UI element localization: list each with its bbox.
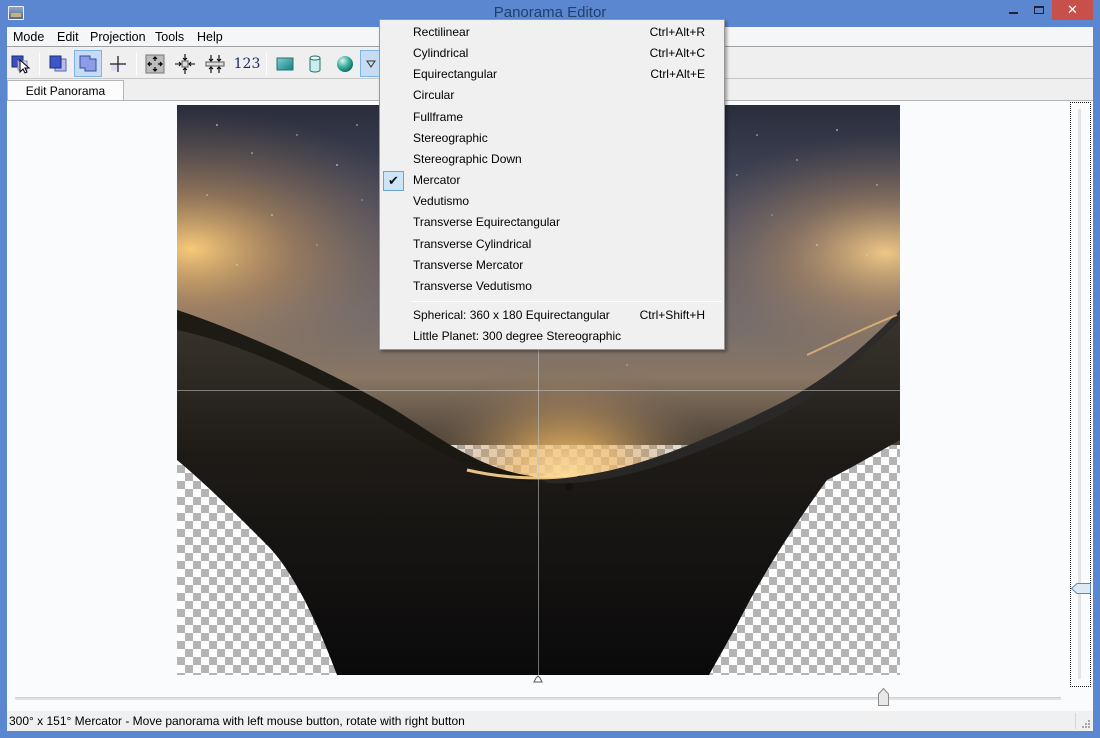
menu-item-label: Equirectangular [413, 67, 498, 82]
panorama-editor-window: Panorama Editor ✕ Mode Edit Projection T… [0, 0, 1100, 738]
menu-item-vedutismo[interactable]: Vedutismo [382, 191, 722, 212]
menu-item-label: Vedutismo [413, 194, 470, 209]
menu-item-circular[interactable]: Circular [382, 85, 722, 106]
fit-expand-icon [145, 54, 165, 73]
menu-preset-spherical-360-x-180-equirectangular[interactable]: Spherical: 360 x 180 Equirectangular Ctrl… [382, 305, 722, 326]
horizontal-fov-slider-thumb[interactable] [878, 688, 890, 706]
menu-item-label: Transverse Vedutismo [413, 278, 532, 293]
menu-item-stereographic[interactable]: Stereographic [382, 128, 722, 149]
crosshair-icon [110, 55, 126, 72]
flat-rectangle-icon [276, 57, 294, 70]
menu-item-shortcut: Ctrl+Shift+H [639, 308, 705, 322]
menu-item-label: Cylindrical [413, 46, 469, 61]
minimize-button[interactable] [1000, 0, 1026, 20]
rectilinear-projection-button[interactable] [271, 50, 299, 77]
status-text: 300° x 151° Mercator - Move panorama wit… [9, 714, 465, 728]
layout-mode-button[interactable] [74, 50, 102, 77]
close-icon: ✕ [1067, 2, 1078, 18]
menu-item-shortcut: Ctrl+Alt+E [650, 67, 705, 82]
numeric-transform-button[interactable]: 123 [231, 50, 263, 77]
menu-mode[interactable]: Mode [13, 30, 44, 44]
select-pointer-icon [11, 55, 31, 74]
menu-item-fullframe[interactable]: Fullframe [382, 107, 722, 128]
center-panorama-button[interactable] [171, 50, 199, 77]
menu-item-cylindrical[interactable]: Cylindrical Ctrl+Alt+C [382, 43, 722, 64]
menu-item-label: Spherical: 360 x 180 Equirectangular [413, 308, 610, 322]
images-preview-button[interactable] [44, 50, 72, 77]
menu-item-shortcut: Ctrl+Alt+R [649, 25, 705, 39]
menu-item-transverse-vedutismo[interactable]: Transverse Vedutismo [382, 276, 722, 297]
toolbar-separator [266, 53, 267, 75]
menu-separator [411, 301, 722, 302]
cylindrical-projection-button[interactable] [301, 50, 329, 77]
toolbar-separator [39, 53, 40, 75]
menu-item-shortcut: Ctrl+Alt+C [649, 46, 705, 61]
menu-item-label: Little Planet: 300 degree Stereographic [413, 329, 622, 343]
projection-dropdown-menu: Rectilinear Ctrl+Alt+R Cylindrical Ctrl+Alt… [379, 19, 725, 350]
menu-tools[interactable]: Tools [155, 30, 184, 44]
sphere-icon [337, 55, 353, 72]
panorama-layout-icon [79, 55, 97, 71]
menu-item-transverse-cylindrical[interactable]: Transverse Cylindrical [382, 234, 722, 255]
menu-item-label: Transverse Cylindrical [413, 236, 532, 251]
menu-item-label: Stereographic Down [413, 151, 522, 166]
status-separator [1075, 713, 1076, 729]
checkmark-icon: ✔ [383, 171, 404, 192]
menu-item-label: Rectilinear [413, 25, 470, 39]
menu-item-transverse-mercator[interactable]: Transverse Mercator [382, 255, 722, 276]
menu-item-label: Fullframe [413, 109, 464, 124]
center-arrows-icon [175, 53, 195, 74]
menu-item-equirectangular[interactable]: Equirectangular Ctrl+Alt+E [382, 64, 722, 85]
maximize-icon [1034, 6, 1044, 14]
menu-projection[interactable]: Projection [90, 30, 146, 44]
menu-item-transverse-equirectangular[interactable]: Transverse Equirectangular [382, 212, 722, 233]
menu-item-label: Transverse Mercator [413, 257, 524, 272]
straighten-horizon-icon [205, 54, 225, 73]
close-button[interactable]: ✕ [1052, 0, 1093, 20]
menu-item-stereographic-down[interactable]: Stereographic Down [382, 149, 722, 170]
menu-item-mercator[interactable]: ✔ Mercator [382, 170, 722, 192]
menu-item-label: Circular [413, 88, 455, 103]
tab-edit-panorama[interactable]: Edit Panorama [7, 80, 124, 102]
fit-panorama-button[interactable] [141, 50, 169, 77]
straighten-button[interactable] [201, 50, 229, 77]
dropdown-triangle-icon [366, 60, 376, 68]
toolbar-separator [136, 53, 137, 75]
menu-item-rectilinear[interactable]: Rectilinear Ctrl+Alt+R [382, 22, 722, 43]
crosshair-button[interactable] [104, 50, 132, 77]
menu-help[interactable]: Help [197, 30, 223, 44]
overlapping-images-icon [49, 55, 67, 71]
menu-preset-little-planet-300-degree-stereographic[interactable]: Little Planet: 300 degree Stereographic [382, 326, 722, 347]
menu-edit[interactable]: Edit [57, 30, 79, 44]
maximize-button[interactable] [1026, 0, 1052, 20]
menu-item-label: Stereographic [413, 130, 488, 145]
resize-grip-icon[interactable] [1080, 718, 1090, 728]
horizontal-fov-slider-track[interactable] [15, 697, 1061, 700]
center-marker-icon [533, 675, 543, 683]
menu-item-label: Transverse Equirectangular [413, 215, 560, 230]
spherical-projection-button[interactable] [331, 50, 359, 77]
select-mode-button[interactable] [7, 50, 35, 77]
cylinder-icon [309, 55, 321, 72]
status-bar: 300° x 151° Mercator - Move panorama wit… [7, 711, 1093, 731]
minimize-icon [1008, 12, 1018, 14]
numeric-123-icon: 123 [233, 55, 261, 72]
menu-item-label: Mercator [413, 173, 461, 188]
vertical-fov-slider-thumb[interactable] [1071, 582, 1091, 594]
